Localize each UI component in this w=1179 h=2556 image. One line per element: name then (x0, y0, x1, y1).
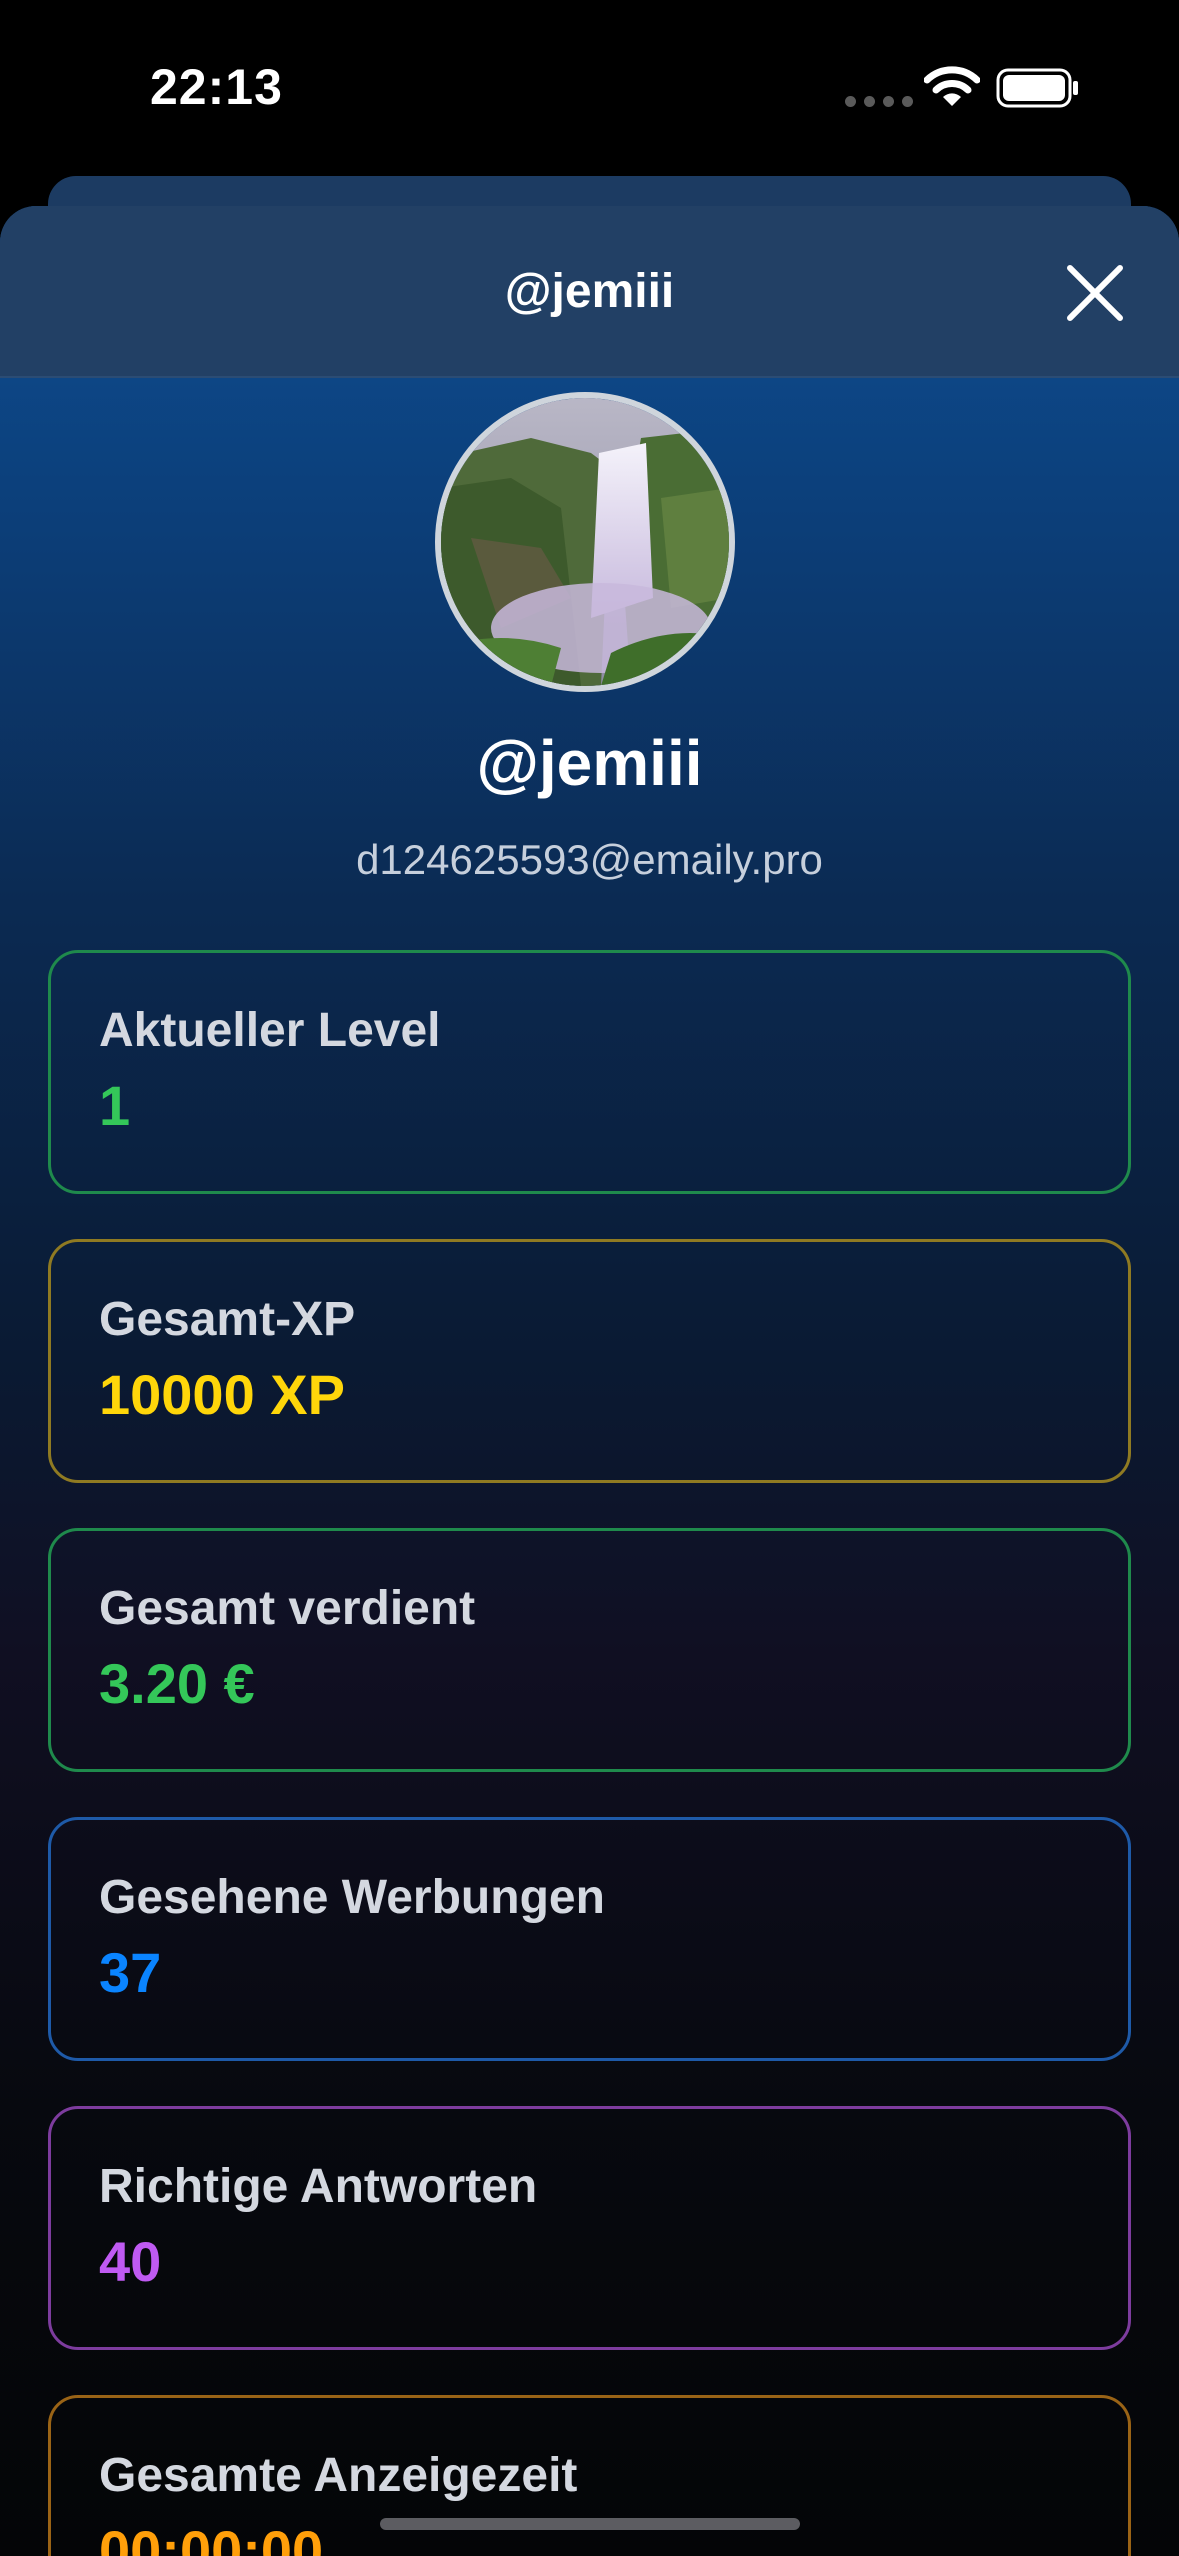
stat-value: 10000 XP (99, 1363, 345, 1426)
stat-card-correct-answers: Richtige Antworten 40 (48, 2106, 1131, 2350)
stat-value: 1 (99, 1074, 131, 1137)
stat-label: Aktueller Level (99, 1004, 441, 1057)
cellular-signal-icon (845, 96, 913, 107)
stat-card-total-earned: Gesamt verdient 3.20 € (48, 1528, 1131, 1772)
profile-sheet: @jemiii @jemiii d124625593@emaily.pro Ak… (0, 206, 1179, 2556)
stat-card-ads-watched: Gesehene Werbungen 37 (48, 1817, 1131, 2061)
status-bar: 22:13 (0, 0, 1179, 170)
wifi-icon (924, 66, 980, 106)
stat-card-total-xp: Gesamt-XP 10000 XP (48, 1239, 1131, 1483)
status-time: 22:13 (150, 59, 283, 115)
stat-label: Richtige Antworten (99, 2160, 538, 2213)
stat-label: Gesamt-XP (99, 1293, 356, 1346)
stat-label: Gesehene Werbungen (99, 1871, 605, 1924)
stat-label: Gesamte Anzeigezeit (99, 2449, 578, 2502)
home-indicator[interactable] (380, 2518, 800, 2530)
stat-value: 3.20 € (99, 1652, 255, 1715)
close-icon[interactable] (1060, 258, 1130, 328)
sheet-header: @jemiii (0, 206, 1179, 378)
stat-value: 40 (99, 2230, 162, 2293)
avatar (435, 392, 735, 692)
stat-value: 00:00:00 (99, 2519, 324, 2556)
profile-email: d124625593@emaily.pro (356, 836, 823, 883)
stat-card-total-ad-time: Gesamte Anzeigezeit 00:00:00 (48, 2395, 1131, 2556)
stat-value: 37 (99, 1941, 162, 2004)
waterfall-photo (441, 398, 729, 686)
battery-icon (996, 68, 1078, 108)
profile-username: @jemiii (476, 727, 703, 799)
stat-card-level: Aktueller Level 1 (48, 950, 1131, 1194)
stat-label: Gesamt verdient (99, 1582, 476, 1635)
header-title: @jemiii (504, 265, 675, 318)
